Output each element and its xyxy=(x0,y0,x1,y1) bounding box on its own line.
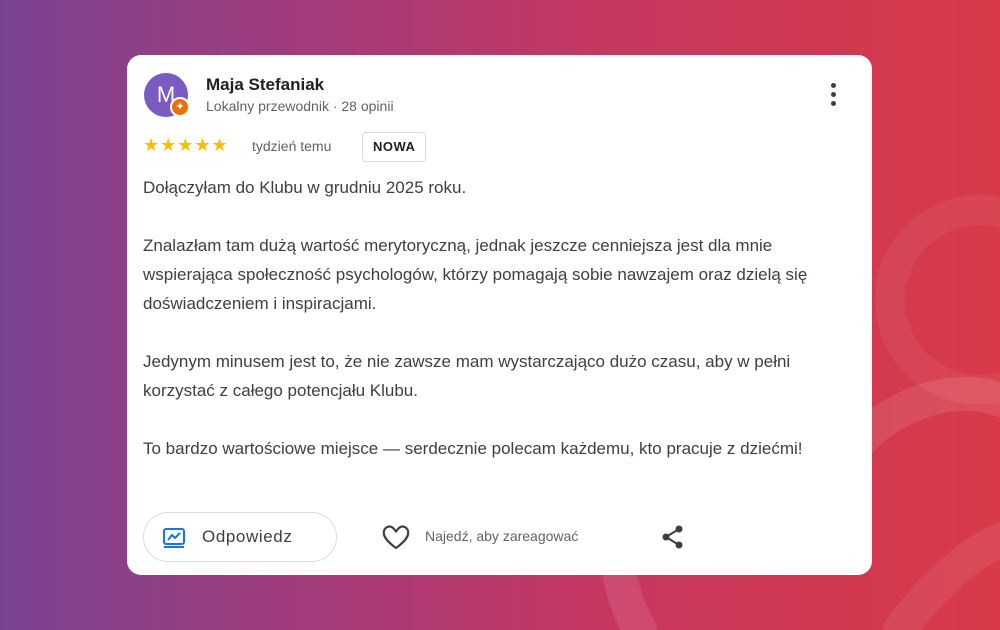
reply-button-label: Odpowiedz xyxy=(202,527,293,546)
review-paragraph: Znalazłam tam dużą wartość merytoryczną,… xyxy=(143,236,808,313)
heart-icon[interactable] xyxy=(381,523,411,551)
review-paragraph: To bardzo wartościowe miejsce — serdeczn… xyxy=(143,439,803,458)
more-vert-icon[interactable] xyxy=(820,83,846,113)
local-guide-badge-icon: ✦ xyxy=(170,97,190,117)
new-badge: NOWA xyxy=(362,132,427,162)
review-text: Dołączyłam do Klubu w grudniu 2025 roku.… xyxy=(143,173,853,492)
review-paragraph: Dołączyłam do Klubu w grudniu 2025 roku. xyxy=(143,178,467,197)
reviewer-subtitle: Lokalny przewodnik · 28 opinii xyxy=(206,98,394,114)
reviewer-name[interactable]: Maja Stefaniak xyxy=(206,75,324,95)
reply-icon xyxy=(163,528,185,548)
review-time: tydzień temu xyxy=(252,138,332,154)
review-paragraph: Jedynym minusem jest to, że nie zawsze m… xyxy=(143,352,791,400)
react-hint: Najedź, aby zareagować xyxy=(425,528,579,544)
reply-button[interactable]: Odpowiedz xyxy=(143,512,337,562)
share-icon[interactable] xyxy=(660,524,686,550)
rating-stars: ★★★★★ xyxy=(143,135,229,155)
review-card: M ✦ Maja Stefaniak Lokalny przewodnik · … xyxy=(127,55,872,575)
